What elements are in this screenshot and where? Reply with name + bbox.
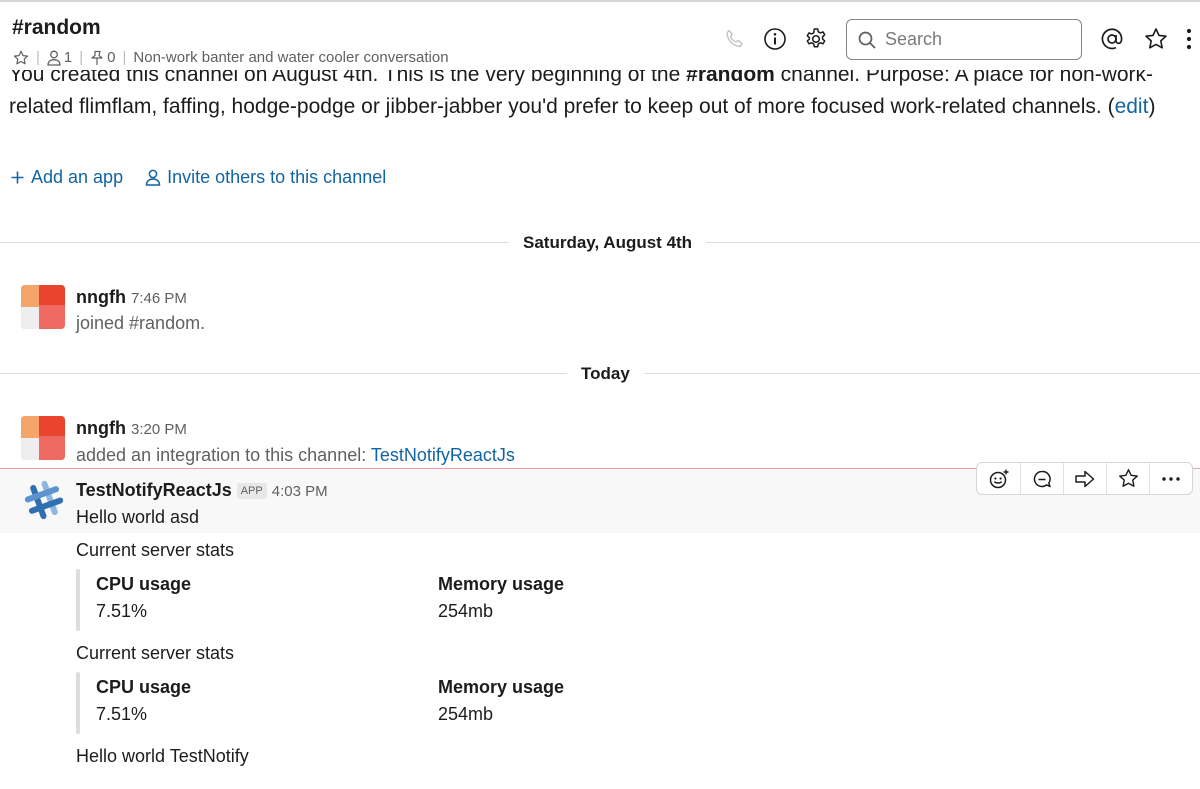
field-value: 7.51% <box>96 601 148 621</box>
message-sender: nngfh 3:20 PM <box>76 418 187 439</box>
field-value: 254mb <box>438 601 494 621</box>
add-reaction-button[interactable] <box>977 463 1020 494</box>
search-icon <box>858 31 876 49</box>
date-divider-label: Today <box>567 364 644 384</box>
emoji-add-icon <box>989 469 1008 488</box>
call-button[interactable] <box>722 26 748 52</box>
phone-icon <box>726 29 743 48</box>
star-icon <box>13 50 29 64</box>
meta-separator: | <box>79 49 84 66</box>
info-icon <box>764 28 786 50</box>
app-avatar-image <box>24 480 64 520</box>
pinned-count-button[interactable]: 0 <box>90 49 116 66</box>
intro-actions: Add an app Invite others to this channel <box>10 167 386 188</box>
field-value: 254mb <box>438 704 494 724</box>
message-text: Hello world TestNotify <box>76 746 249 766</box>
field-title: CPU usage <box>96 677 192 697</box>
at-icon <box>1101 28 1123 50</box>
add-app-label: Add an app <box>31 167 124 187</box>
field-title: CPU usage <box>96 574 192 594</box>
message-timestamp[interactable]: 7:46 PM <box>131 290 187 307</box>
integration-link[interactable]: TestNotifyReactJs <box>371 445 515 465</box>
pin-icon <box>91 50 103 65</box>
sender-name[interactable]: TestNotifyReactJs <box>76 480 232 500</box>
meta-separator: | <box>122 49 127 66</box>
add-app-button[interactable]: Add an app <box>10 167 123 188</box>
share-arrow-icon <box>1075 470 1095 487</box>
channel-details-button[interactable] <box>762 26 788 52</box>
sender-name[interactable]: nngfh <box>76 287 126 307</box>
search-input[interactable] <box>885 29 1075 50</box>
channel-topic[interactable]: Non-work banter and water cooler convers… <box>133 49 448 66</box>
person-icon <box>145 169 161 186</box>
message-sender: TestNotifyReactJs APP 4:03 PM <box>76 480 328 501</box>
avatar[interactable] <box>22 478 66 522</box>
intro-close: ) <box>1148 95 1156 118</box>
pinned-count: 0 <box>107 49 116 66</box>
channel-title: #random <box>12 16 101 39</box>
integration-text: added an integration to this channel: <box>76 445 371 465</box>
app-badge: APP <box>236 483 267 499</box>
reply-thread-button[interactable] <box>1020 463 1063 494</box>
search-box[interactable] <box>846 19 1082 60</box>
attachment-pretext: Current server stats <box>76 643 235 663</box>
message-sender: nngfh 7:46 PM <box>76 287 187 308</box>
invite-others-button[interactable]: Invite others to this channel <box>145 167 386 188</box>
meta-separator: | <box>36 49 40 66</box>
message-actions-toolbar <box>976 462 1193 495</box>
more-vertical-icon <box>1186 28 1192 50</box>
field-title: Memory usage <box>438 677 565 697</box>
person-icon <box>47 50 61 66</box>
invite-others-label: Invite others to this channel <box>167 167 387 187</box>
message-text: joined #random. <box>76 313 206 333</box>
field-value: 7.51% <box>96 704 148 724</box>
user-avatar-image <box>21 416 65 460</box>
star-channel-button[interactable] <box>13 50 29 66</box>
channel-meta: | 1 | 0 | Non-work banter and water cool… <box>13 49 449 66</box>
star-message-button[interactable] <box>1106 463 1149 494</box>
date-divider-label: Saturday, August 4th <box>509 233 707 253</box>
starred-items-button[interactable] <box>1143 26 1169 52</box>
sender-name[interactable]: nngfh <box>76 418 126 438</box>
avatar[interactable] <box>21 285 65 329</box>
message-text: added an integration to this channel: Te… <box>76 445 515 466</box>
attachment-pretext: Current server stats <box>76 540 235 560</box>
member-count: 1 <box>63 49 73 66</box>
star-icon <box>1118 469 1138 487</box>
user-avatar-image <box>21 285 65 329</box>
plus-icon <box>11 171 24 184</box>
channel-settings-button[interactable] <box>803 26 829 52</box>
star-icon <box>1145 28 1167 49</box>
message-timestamp[interactable]: 3:20 PM <box>131 421 187 438</box>
edit-purpose-link[interactable]: edit <box>1115 95 1149 118</box>
message-text: Hello world asd <box>76 507 200 527</box>
more-horizontal-icon <box>1162 476 1180 481</box>
message-timestamp[interactable]: 4:03 PM <box>272 483 328 500</box>
gear-icon <box>806 28 826 48</box>
mentions-button[interactable] <box>1099 26 1125 52</box>
attachment-border <box>76 569 80 631</box>
more-menu-button[interactable] <box>1180 26 1198 52</box>
thread-icon <box>1033 470 1051 487</box>
member-count-button[interactable]: 1 <box>47 49 72 66</box>
more-actions-button[interactable] <box>1149 463 1192 494</box>
avatar[interactable] <box>21 416 65 460</box>
channel-header: #random | 1 | 0 | Non-work banter and wa… <box>0 2 1200 70</box>
share-message-button[interactable] <box>1063 463 1106 494</box>
attachment-border <box>76 672 80 734</box>
field-title: Memory usage <box>438 574 565 594</box>
